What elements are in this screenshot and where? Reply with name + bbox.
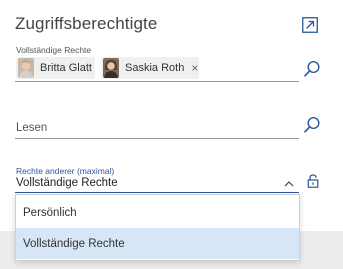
others-rights-underline <box>15 192 299 193</box>
option-label: Vollständige Rechte <box>23 237 125 250</box>
option-label: Persönlich <box>23 206 77 219</box>
panel-title: Zugriffsberechtigte <box>15 14 158 33</box>
others-rights-select[interactable]: Vollständige Rechte <box>16 177 118 189</box>
others-rights-label: Rechte anderer (maximal) <box>16 166 115 176</box>
read-field-underline <box>15 138 299 139</box>
rights-dropdown: Persönlich Vollständige Rechte <box>15 194 300 261</box>
close-icon[interactable]: × <box>191 61 198 75</box>
chip-name: Saskia Roth <box>125 62 185 74</box>
option-persoenlich[interactable]: Persönlich <box>16 197 299 228</box>
person-chip-saskia[interactable]: Saskia Roth × <box>101 57 199 79</box>
access-panel: Zugriffsberechtigte Vollständige Rechte … <box>0 0 343 269</box>
lock-icon[interactable] <box>307 174 319 188</box>
person-chip-britta[interactable]: Britta Glatt <box>16 57 95 79</box>
search-icon[interactable] <box>303 116 321 134</box>
chip-name: Britta Glatt <box>40 62 92 74</box>
option-vollstaendige-rechte[interactable]: Vollständige Rechte <box>16 228 299 259</box>
chevron-up-icon[interactable] <box>284 180 294 187</box>
avatar <box>18 58 34 78</box>
full-rights-underline <box>15 81 299 82</box>
avatar <box>103 58 119 78</box>
expand-arrow-icon[interactable] <box>302 17 318 33</box>
full-rights-label: Vollständige Rechte <box>16 45 92 55</box>
read-field-placeholder[interactable]: Lesen <box>16 122 47 134</box>
search-icon[interactable] <box>303 60 321 78</box>
